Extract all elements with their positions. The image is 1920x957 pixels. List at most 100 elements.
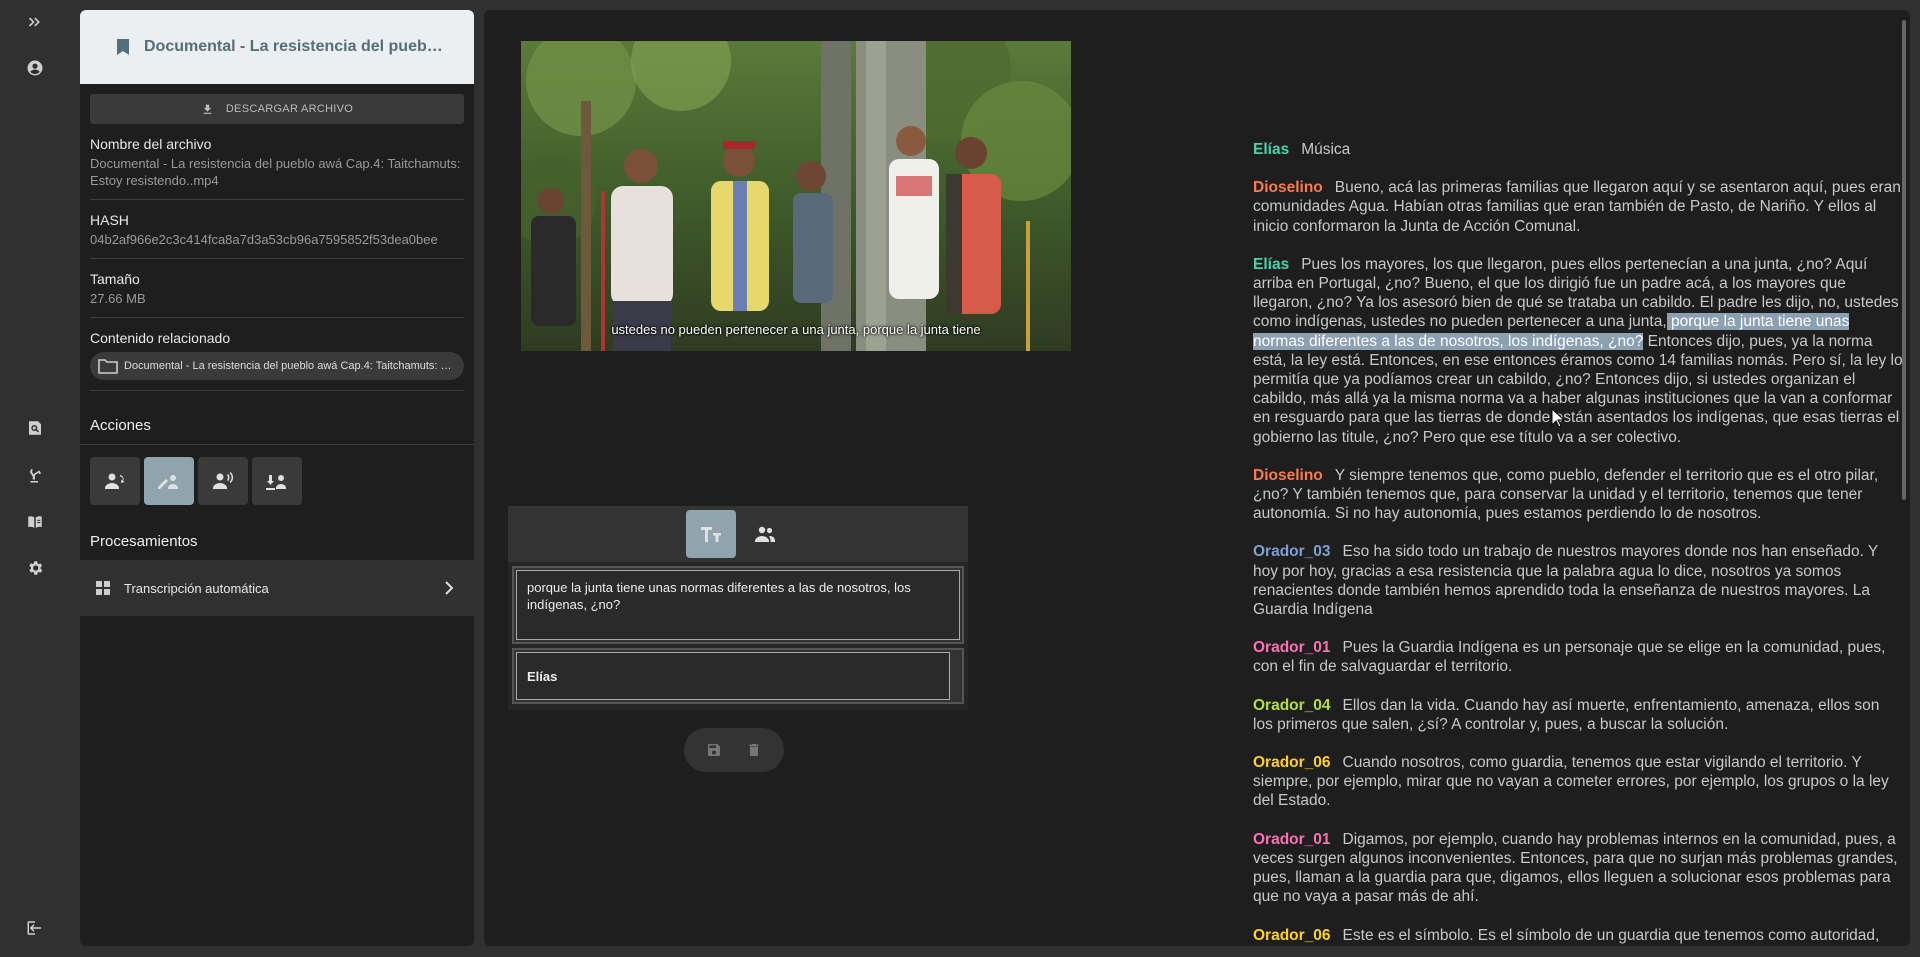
hash-field: HASH 04b2af966e2c3c414fca8a7d3a53cb96a75… <box>90 200 464 259</box>
search-document-icon <box>29 421 41 435</box>
transcript-segment[interactable]: Orador_06 Este es el símbolo. Es el símbo… <box>1253 926 1903 945</box>
settings-button[interactable] <box>21 554 49 582</box>
size-label: Tamaño <box>90 271 140 287</box>
speaker-name[interactable]: Orador_03 <box>1253 543 1331 560</box>
transcript-segment[interactable]: Orador_04 Ellos dan la vida. Cuando hay a… <box>1253 696 1903 734</box>
trash-icon[interactable] <box>746 742 762 758</box>
gear-icon <box>29 561 43 575</box>
hash-label: HASH <box>90 212 129 228</box>
logout-button[interactable] <box>21 914 49 942</box>
processes-title: Procesamientos <box>90 533 198 550</box>
speaker-name[interactable]: Orador_06 <box>1253 754 1331 771</box>
related-content-label: Contenido relacionado <box>90 330 231 346</box>
account-button[interactable] <box>21 54 49 82</box>
editor-toolbar <box>508 506 968 562</box>
size-value: 27.66 MB <box>90 291 146 306</box>
book-button[interactable] <box>21 508 49 536</box>
auto-transcription-label: Transcripción automática <box>124 580 269 596</box>
video-frame <box>521 41 1071 351</box>
speaker-name[interactable]: Orador_06 <box>1253 927 1331 944</box>
robot-arm-button[interactable] <box>21 461 49 489</box>
size-field: Tamaño 27.66 MB <box>90 259 464 318</box>
transcript-panel: Elías Música Dioselino Bueno, acá las prime… <box>1253 140 1903 946</box>
actions-title: Acciones <box>80 391 474 445</box>
mouse-cursor-icon <box>1551 408 1565 428</box>
download-file-button[interactable]: DESCARGAR ARCHIVO <box>90 94 464 124</box>
voice-speakers-button[interactable] <box>198 457 248 505</box>
related-content-field: Contenido relacionado Documental - La re… <box>90 318 464 391</box>
main-content: ustedes no pueden pertenecer a una junta… <box>484 10 1910 946</box>
related-content-chip[interactable]: Documental - La resistencia del pueblo a… <box>90 352 464 380</box>
people-refresh-icon <box>105 473 125 489</box>
people-icon <box>755 526 775 542</box>
file-details-panel: Documental - La resistencia del pueblo …… <box>80 10 474 946</box>
transcript-segment[interactable]: Orador_03 Eso ha sido todo un trabajo de … <box>1253 542 1903 619</box>
segment-text: Música <box>1301 141 1351 158</box>
segment-text: Este es el símbolo. Es el símbolo de un … <box>1342 926 1880 944</box>
bookmark-icon <box>117 39 129 55</box>
grid-icon <box>96 581 110 595</box>
speaker-name[interactable]: Orador_04 <box>1253 697 1331 714</box>
voice-people-icon <box>213 472 234 489</box>
segment-text: Digamos, por ejemplo, cuando hay problem… <box>1253 830 1898 906</box>
chevron-right-icon <box>445 581 454 595</box>
left-rail <box>0 0 70 957</box>
video-subtitle: ustedes no pueden pertenecer a una junta… <box>611 322 981 337</box>
transcript-segment[interactable]: Orador_06 Cuando nosotros, como guardia, … <box>1253 753 1903 811</box>
transcript-segment[interactable]: Elías Pues los mayores, los que llegaron,… <box>1253 255 1903 447</box>
edit-people-icon <box>158 475 178 489</box>
transcript-segment[interactable]: Orador_01 Pues la Guardia Indígena es un … <box>1253 638 1903 676</box>
edit-speaker-tab[interactable] <box>740 510 790 558</box>
download-label: DESCARGAR ARCHIVO <box>225 103 354 115</box>
segment-text: Eso ha sido todo un trabajo de nuestros … <box>1253 543 1878 619</box>
expand-sidebar-button[interactable] <box>21 8 49 36</box>
segment-text-input[interactable]: porque la junta tiene unas normas difere… <box>516 570 960 640</box>
save-icon[interactable] <box>706 742 722 758</box>
speaker-name[interactable]: Dioselino <box>1253 467 1323 484</box>
speaker-recognition-button[interactable] <box>90 457 140 505</box>
filename-value: Documental - La resistencia del pueblo a… <box>90 156 461 188</box>
search-document-button[interactable] <box>21 414 49 442</box>
segment-text: Pues la Guardia Indígena es un personaje… <box>1253 639 1886 676</box>
file-title: Documental - La resistencia del pueblo … <box>144 38 444 55</box>
segment-text: Cuando nosotros, como guardia, tenemos q… <box>1253 754 1889 810</box>
transcript-segment[interactable]: Orador_01 Digamos, por ejemplo, cuando ha… <box>1253 830 1903 907</box>
book-icon <box>28 516 42 528</box>
transcript-segment[interactable]: Dioselino Bueno, acá las primeras familia… <box>1253 178 1903 236</box>
download-speakers-button[interactable] <box>252 457 302 505</box>
double-chevron-right-icon <box>29 17 40 27</box>
segment-speaker-box: Elías <box>512 648 964 704</box>
speaker-name[interactable]: Dioselino <box>1253 179 1323 196</box>
video-player[interactable]: ustedes no pueden pertenecer a una junta… <box>521 41 1071 351</box>
actions-toolbar <box>80 445 474 517</box>
robot-arm-icon <box>29 469 41 483</box>
speaker-name[interactable]: Elías <box>1253 256 1289 273</box>
related-content-name: Documental - La resistencia del pueblo a… <box>124 360 454 372</box>
segment-speaker-input[interactable]: Elías <box>516 652 950 700</box>
filename-label: Nombre del archivo <box>90 136 212 152</box>
transcript-segment[interactable]: Dioselino Y siempre tenemos que, como pue… <box>1253 466 1903 524</box>
hash-value: 04b2af966e2c3c414fca8a7d3a53cb96a7595852… <box>90 232 438 247</box>
editor-actions <box>684 728 784 772</box>
transcript-segment[interactable]: Elías Música <box>1253 140 1903 159</box>
segment-text: Bueno, acá las primeras familias que lle… <box>1253 179 1901 235</box>
text-format-icon <box>701 527 721 542</box>
file-header: Documental - La resistencia del pueblo … <box>80 10 474 84</box>
edit-speakers-button[interactable] <box>144 457 194 505</box>
download-icon <box>203 104 212 114</box>
segment-editor: porque la junta tiene unas normas difere… <box>508 506 968 772</box>
speaker-name[interactable]: Orador_01 <box>1253 639 1331 656</box>
transcript-scrollbar[interactable] <box>1902 20 1906 500</box>
auto-transcription-item[interactable]: Transcripción automática <box>80 560 474 616</box>
logout-icon <box>27 921 41 935</box>
download-people-icon <box>266 475 286 490</box>
segment-text-box: porque la junta tiene unas normas difere… <box>512 566 964 644</box>
speaker-name[interactable]: Orador_01 <box>1253 831 1331 848</box>
segment-text: Y siempre tenemos que, como pueblo, defe… <box>1253 466 1879 523</box>
speaker-name[interactable]: Elías <box>1253 141 1289 158</box>
edit-text-tab[interactable] <box>686 510 736 558</box>
segment-text: Ellos dan la vida. Cuando hay así muerte… <box>1253 696 1880 733</box>
filename-field: Nombre del archivo Documental - La resis… <box>90 124 464 200</box>
folder-icon <box>98 359 118 374</box>
account-circle-icon <box>27 60 43 76</box>
